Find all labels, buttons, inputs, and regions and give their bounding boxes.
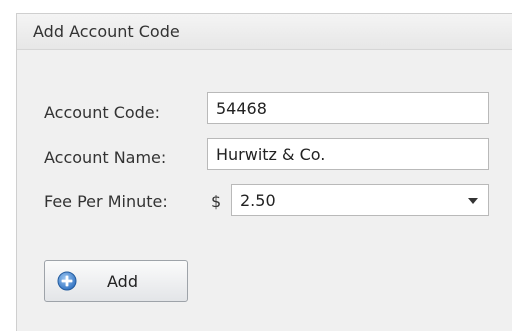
panel-header: Add Account Code [17, 14, 512, 50]
fee-per-minute-dropdown[interactable]: 2.50 [231, 184, 489, 216]
currency-symbol: $ [211, 192, 222, 211]
fee-per-minute-value: 2.50 [240, 191, 276, 210]
add-button-label: Add [107, 272, 138, 291]
add-button[interactable]: Add [44, 260, 188, 302]
account-code-label: Account Code: [44, 103, 161, 122]
fee-per-minute-label: Fee Per Minute: [44, 192, 168, 211]
chevron-down-icon[interactable] [468, 198, 478, 204]
account-name-label: Account Name: [44, 148, 167, 167]
panel-title: Add Account Code [33, 22, 180, 41]
account-name-input[interactable]: Hurwitz & Co. [207, 138, 489, 170]
plus-circle-icon [57, 271, 77, 291]
account-code-input[interactable]: 54468 [207, 92, 489, 124]
add-account-code-panel: Add Account Code Account Code: 54468 Acc… [16, 13, 512, 331]
